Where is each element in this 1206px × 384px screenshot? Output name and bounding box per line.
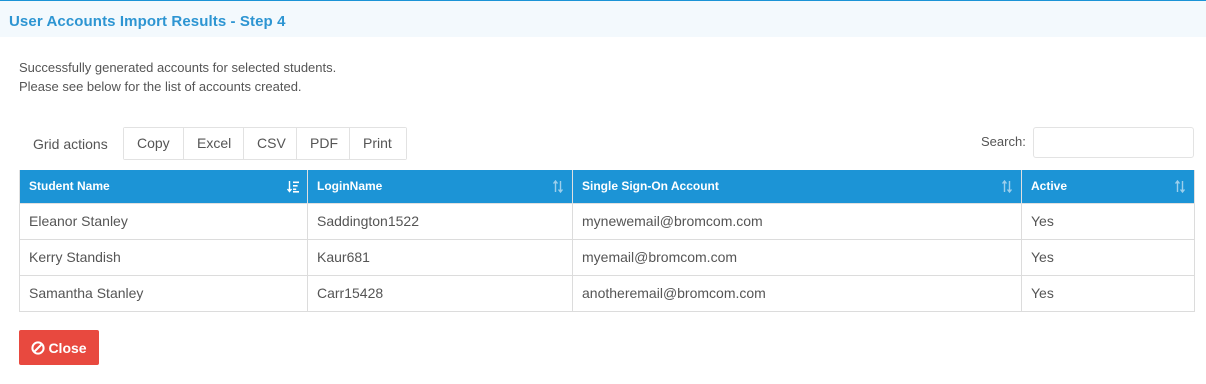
search-label: Search: [981,134,1026,149]
grid-actions-button-group: Copy Excel CSV PDF Print [123,127,407,160]
cell-login-name: Carr15428 [307,274,573,312]
column-header-label: Single Sign-On Account [582,179,719,194]
grid-actions-label: Grid actions [33,136,108,152]
table-header-row: Student Name LoginName Single Sign-On Ac… [19,170,1195,204]
ban-icon [31,340,46,355]
cell-student-name: Samantha Stanley [19,274,308,312]
sort-both-icon [1001,180,1013,193]
close-button[interactable]: Close [19,330,99,365]
sort-both-icon [552,180,564,193]
page-header: User Accounts Import Results - Step 4 [0,1,1206,37]
cell-login-name: Kaur681 [307,238,573,276]
cell-sso-account: anotheremail@bromcom.com [572,274,1022,312]
message-line-1: Successfully generated accounts for sele… [19,60,337,75]
cell-student-name: Kerry Standish [19,238,308,276]
cell-active: Yes [1021,202,1195,240]
column-header-label: Student Name [29,179,110,194]
table-row: Eleanor Stanley Saddington1522 mynewemai… [19,202,1195,240]
pdf-button[interactable]: PDF [297,128,350,159]
column-header-active[interactable]: Active [1021,170,1195,204]
sort-ascending-icon [287,181,299,193]
excel-button[interactable]: Excel [184,128,244,159]
column-header-label: LoginName [317,179,383,194]
page-title: User Accounts Import Results - Step 4 [9,13,286,30]
column-header-label: Active [1031,179,1068,194]
column-header-student-name[interactable]: Student Name [19,170,308,204]
close-button-label: Close [48,339,87,356]
cell-student-name: Eleanor Stanley [19,202,308,240]
copy-button[interactable]: Copy [124,128,184,159]
search-input[interactable] [1033,127,1194,158]
column-header-sso-account[interactable]: Single Sign-On Account [572,170,1022,204]
cell-sso-account: myemail@bromcom.com [572,238,1022,276]
sort-both-icon [1174,180,1186,193]
print-button[interactable]: Print [350,128,406,159]
message-line-2: Please see below for the list of account… [19,79,302,94]
result-message: Successfully generated accounts for sele… [19,58,336,96]
table-row: Samantha Stanley Carr15428 anotheremail@… [19,274,1195,312]
cell-active: Yes [1021,238,1195,276]
accounts-table: Student Name LoginName Single Sign-On Ac… [19,170,1195,312]
column-header-login-name[interactable]: LoginName [307,170,573,204]
cell-active: Yes [1021,274,1195,312]
csv-button[interactable]: CSV [244,128,297,159]
cell-login-name: Saddington1522 [307,202,573,240]
table-row: Kerry Standish Kaur681 myemail@bromcom.c… [19,238,1195,276]
cell-sso-account: mynewemail@bromcom.com [572,202,1022,240]
